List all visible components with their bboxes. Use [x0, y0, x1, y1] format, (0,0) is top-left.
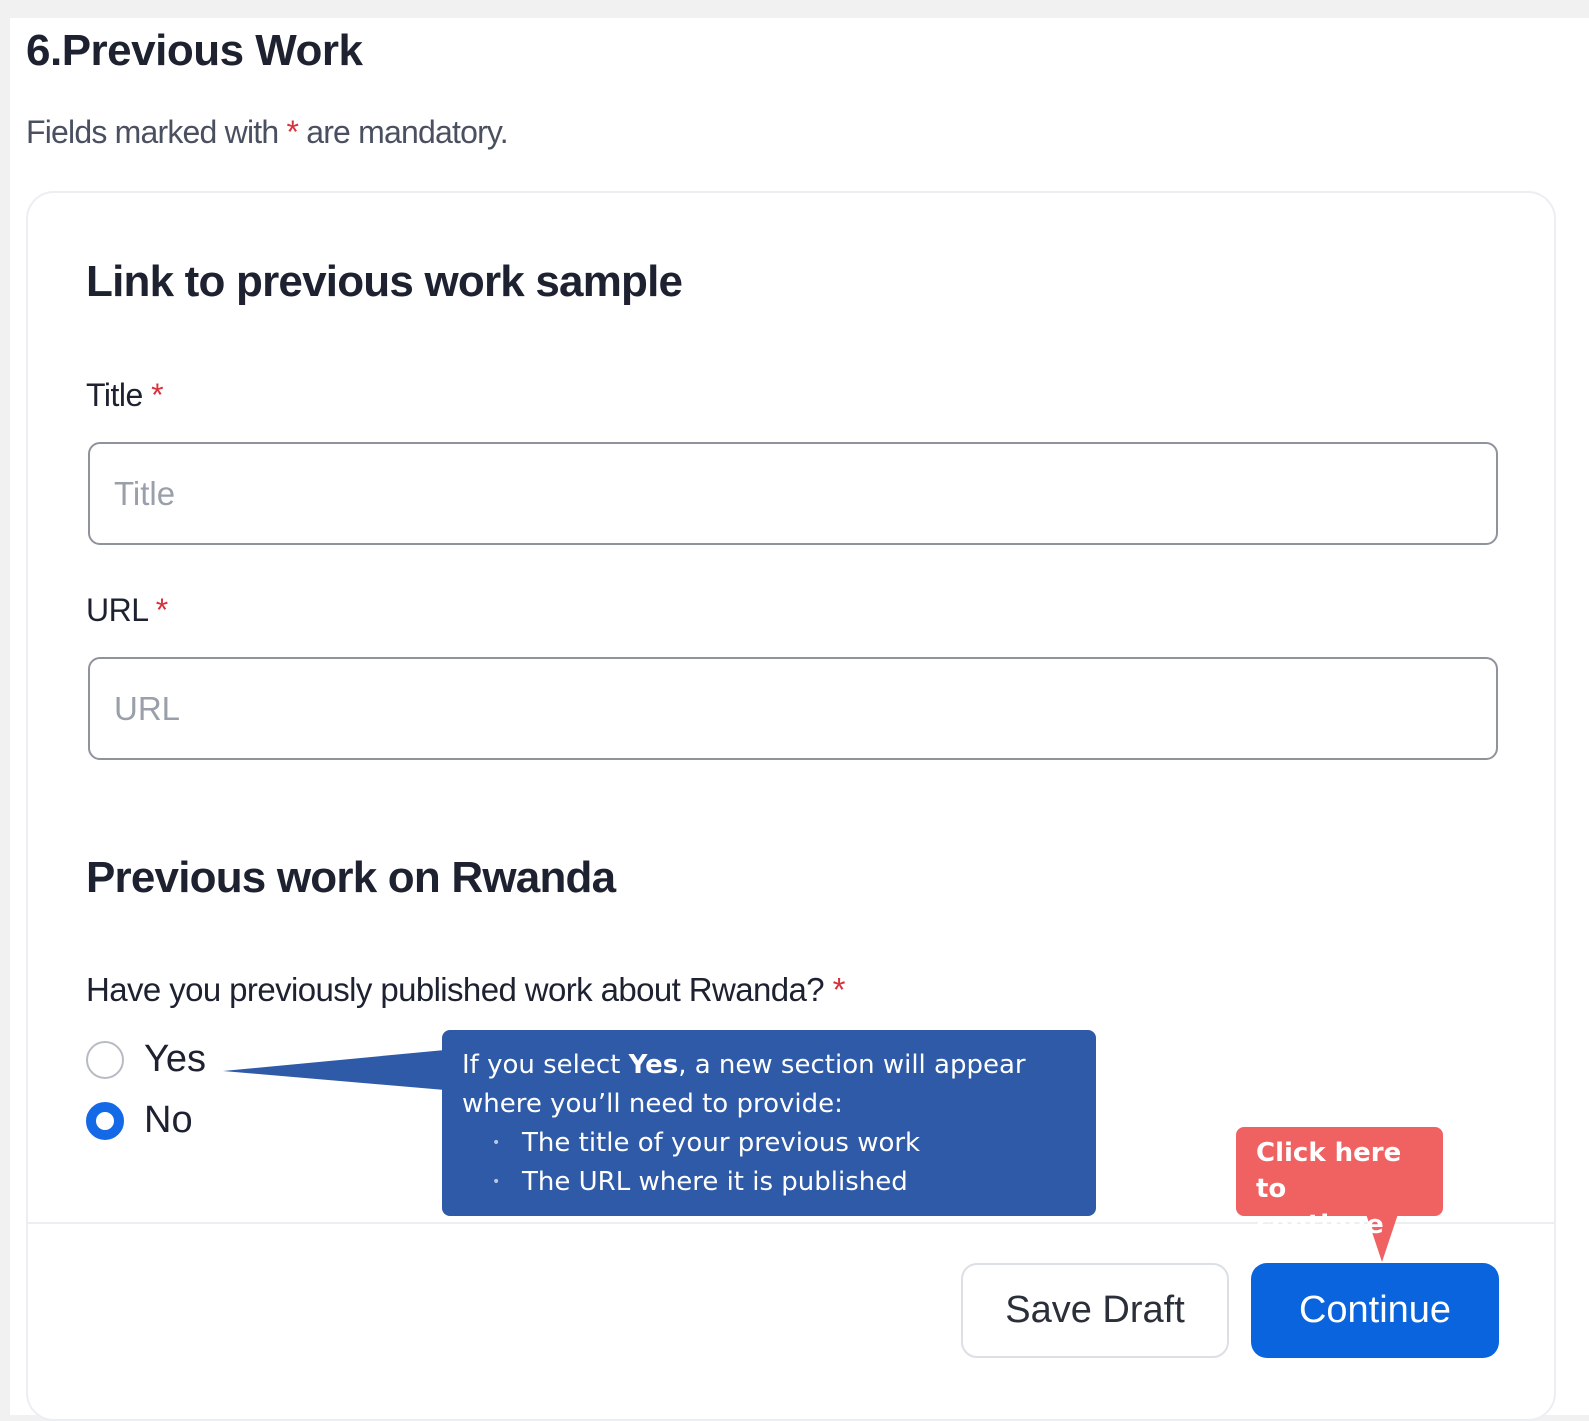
info-bold: Yes: [628, 1050, 679, 1080]
radio-option-no[interactable]: No: [86, 1099, 193, 1142]
info-callout-list: The title of your previous work The URL …: [462, 1124, 1076, 1202]
rwanda-question-text: Have you previously published work about…: [86, 971, 825, 1008]
mandatory-note: Fields marked with * are mandatory.: [26, 114, 509, 151]
url-label-text: URL: [86, 592, 148, 628]
rwanda-question: Have you previously published work about…: [86, 971, 845, 1009]
url-label: URL *: [86, 592, 168, 629]
info-callout-text: If you select Yes, a new section will ap…: [462, 1046, 1076, 1124]
save-draft-button[interactable]: Save Draft: [961, 1263, 1229, 1358]
radio-no-label[interactable]: No: [144, 1099, 193, 1142]
url-input[interactable]: [88, 657, 1498, 760]
required-star: *: [151, 377, 164, 413]
page-title: 6.Previous Work: [26, 26, 363, 75]
continue-hint-line1: Click here: [1256, 1138, 1402, 1168]
title-input[interactable]: [88, 442, 1498, 545]
required-star: *: [155, 592, 168, 628]
radio-no-checked[interactable]: [86, 1101, 124, 1140]
info-prefix: If you select: [462, 1050, 621, 1080]
info-item-title: The title of your previous work: [492, 1124, 1076, 1163]
work-sample-heading: Link to previous work sample: [86, 257, 683, 306]
mandatory-note-prefix: Fields marked with: [26, 114, 279, 150]
radio-yes-label[interactable]: Yes: [144, 1038, 206, 1081]
continue-button[interactable]: Continue: [1251, 1263, 1499, 1358]
mandatory-note-suffix: are mandatory.: [306, 114, 508, 150]
rwanda-heading: Previous work on Rwanda: [86, 853, 616, 902]
radio-option-yes[interactable]: Yes: [86, 1038, 206, 1081]
info-callout: If you select Yes, a new section will ap…: [442, 1030, 1096, 1216]
radio-yes-unchecked[interactable]: [86, 1040, 124, 1079]
required-star: *: [832, 971, 846, 1008]
continue-hint-callout: Click here to continue: [1236, 1127, 1443, 1240]
title-label: Title *: [86, 377, 164, 414]
required-star: *: [286, 114, 299, 150]
info-item-url: The URL where it is published: [492, 1163, 1076, 1202]
continue-hint-line2: to continue: [1256, 1174, 1384, 1240]
title-label-text: Title: [86, 377, 143, 413]
